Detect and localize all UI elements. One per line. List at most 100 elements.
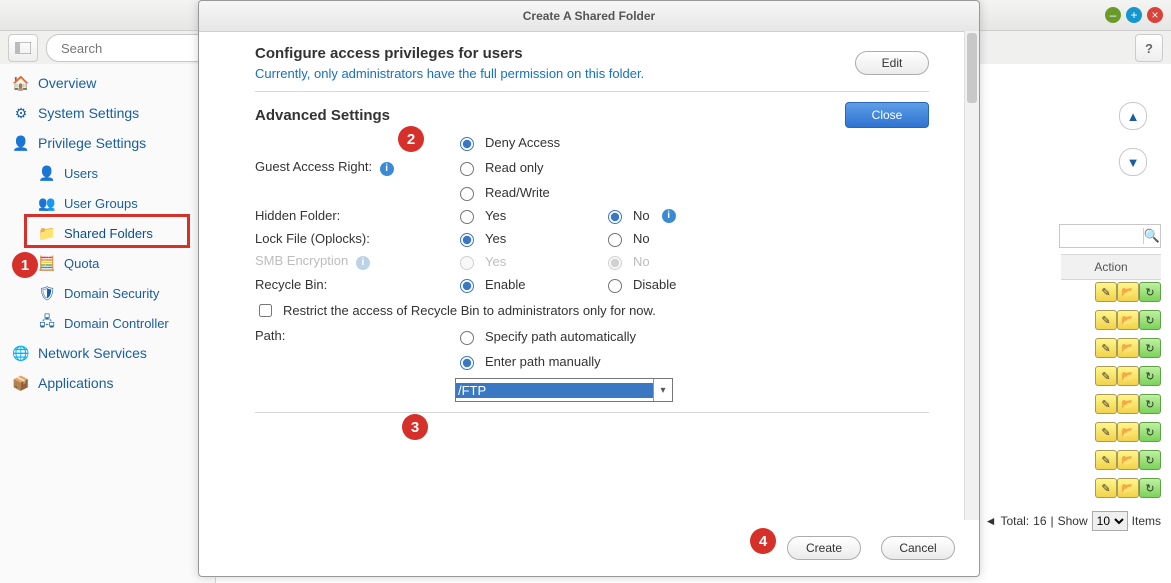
open-icon[interactable]: 📂 xyxy=(1117,450,1139,470)
path-combo[interactable]: /FTP ▾ xyxy=(455,378,673,402)
chevron-down-icon[interactable]: ▾ xyxy=(653,379,672,401)
sidebar-label: Network Services xyxy=(38,345,147,361)
recycle-disable[interactable]: Disable xyxy=(603,276,723,293)
scroll-up-button[interactable]: ▲ xyxy=(1119,102,1147,130)
dialog-title: Create A Shared Folder xyxy=(199,1,979,32)
sidebar-item-network-services[interactable]: 🌐 Network Services xyxy=(0,338,215,368)
search-icon[interactable]: 🔍 xyxy=(1143,228,1160,244)
guest-readwrite-option[interactable]: Read/Write xyxy=(455,184,575,201)
sidebar-item-overview[interactable]: 🏠Overview xyxy=(0,68,215,98)
action-cell: ✎📂↻ xyxy=(1095,422,1161,446)
open-icon[interactable]: 📂 xyxy=(1117,422,1139,442)
sidebar-item-domain-controller[interactable]: 🖧Domain Controller xyxy=(0,308,215,338)
open-icon[interactable]: 📂 xyxy=(1117,394,1139,414)
scrollbar-thumb[interactable] xyxy=(967,33,977,103)
refresh-icon[interactable]: ↻ xyxy=(1139,394,1161,414)
sidebar-item-system-settings[interactable]: ⚙System Settings xyxy=(0,98,215,128)
create-shared-folder-dialog: Create A Shared Folder Configure access … xyxy=(198,0,980,577)
users-icon: 👥 xyxy=(38,194,56,212)
window-min-icon[interactable]: – xyxy=(1105,7,1121,23)
lock-no[interactable]: No xyxy=(603,230,723,247)
advanced-heading: Advanced Settings xyxy=(255,107,390,124)
window-close-icon[interactable]: × xyxy=(1147,7,1163,23)
table-search-input[interactable] xyxy=(1060,229,1143,243)
open-icon[interactable]: 📂 xyxy=(1117,366,1139,386)
globe-icon: 🌐 xyxy=(12,344,30,362)
opt-label: Enable xyxy=(485,277,525,292)
sidebar-label: Overview xyxy=(38,75,96,91)
open-icon[interactable]: 📂 xyxy=(1117,478,1139,498)
folder-icon: 📁 xyxy=(38,224,56,242)
access-heading: Configure access privileges for users xyxy=(255,45,644,62)
path-input[interactable]: /FTP xyxy=(456,383,653,398)
sidebar-item-domain-security[interactable]: 🛡Domain Security xyxy=(0,278,215,308)
sidebar-item-user-groups[interactable]: 👥User Groups xyxy=(0,188,215,218)
hidden-no[interactable]: No i xyxy=(603,207,723,224)
refresh-icon[interactable]: ↻ xyxy=(1139,338,1161,358)
refresh-icon[interactable]: ↻ xyxy=(1139,282,1161,302)
quota-icon: 🧮 xyxy=(38,254,56,272)
action-cell: ✎📂↻ xyxy=(1095,450,1161,474)
show-label: Show xyxy=(1058,514,1088,528)
edit-icon[interactable]: ✎ xyxy=(1095,478,1117,498)
refresh-icon[interactable]: ↻ xyxy=(1139,450,1161,470)
edit-icon[interactable]: ✎ xyxy=(1095,422,1117,442)
edit-icon[interactable]: ✎ xyxy=(1095,282,1117,302)
help-button[interactable]: ? xyxy=(1135,34,1163,62)
refresh-icon[interactable]: ↻ xyxy=(1139,478,1161,498)
sidebar-item-applications[interactable]: 📦Applications xyxy=(0,368,215,398)
edit-icon[interactable]: ✎ xyxy=(1095,394,1117,414)
opt-label: Disable xyxy=(633,277,676,292)
sidebar-item-users[interactable]: 👤Users xyxy=(0,158,215,188)
page-size-select[interactable]: 10 xyxy=(1092,511,1128,531)
opt-label: No xyxy=(633,208,650,223)
path-manual-option[interactable]: Enter path manually xyxy=(455,353,673,370)
hidden-yes[interactable]: Yes xyxy=(455,207,575,224)
cancel-button[interactable]: Cancel xyxy=(881,536,955,560)
scroll-down-button[interactable]: ▼ xyxy=(1119,148,1147,176)
sidebar-item-quota[interactable]: 🧮Quota xyxy=(0,248,215,278)
open-icon[interactable]: 📂 xyxy=(1117,338,1139,358)
open-icon[interactable]: 📂 xyxy=(1117,282,1139,302)
table-search[interactable]: 🔍 xyxy=(1059,224,1161,248)
sidebar-item-shared-folders[interactable]: 📁Shared Folders xyxy=(0,218,215,248)
panel-toggle-button[interactable] xyxy=(8,34,38,62)
lock-yes[interactable]: Yes xyxy=(455,230,575,247)
edit-icon[interactable]: ✎ xyxy=(1095,310,1117,330)
user-icon: 👤 xyxy=(38,164,56,182)
edit-icon[interactable]: ✎ xyxy=(1095,366,1117,386)
edit-icon[interactable]: ✎ xyxy=(1095,450,1117,470)
network-icon: 🖧 xyxy=(38,314,56,332)
opt-label: Yes xyxy=(485,208,506,223)
refresh-icon[interactable]: ↻ xyxy=(1139,310,1161,330)
guest-readonly-option[interactable]: Read only xyxy=(455,159,575,176)
recycle-enable[interactable]: Enable xyxy=(455,276,575,293)
dialog-scrollbar[interactable] xyxy=(964,31,979,520)
opt-label: No xyxy=(633,254,650,269)
panel-icon xyxy=(15,42,31,54)
create-button[interactable]: Create xyxy=(787,536,861,560)
window-add-icon[interactable]: + xyxy=(1126,7,1142,23)
action-cell: ✎📂↻ xyxy=(1095,394,1161,418)
sidebar-item-privilege-settings[interactable]: 👤 Privilege Settings xyxy=(0,128,215,158)
lock-label: Lock File (Oplocks): xyxy=(255,231,455,246)
edit-button[interactable]: Edit xyxy=(855,51,929,75)
page-prev[interactable]: ◄ xyxy=(985,514,997,528)
restrict-label: Restrict the access of Recycle Bin to ad… xyxy=(283,303,656,318)
edit-icon[interactable]: ✎ xyxy=(1095,338,1117,358)
open-icon[interactable]: 📂 xyxy=(1117,310,1139,330)
refresh-icon[interactable]: ↻ xyxy=(1139,422,1161,442)
restrict-checkbox[interactable] xyxy=(259,304,272,317)
user-icon: 👤 xyxy=(12,134,30,152)
guest-deny-option[interactable]: Deny Access xyxy=(455,134,575,151)
refresh-icon[interactable]: ↻ xyxy=(1139,366,1161,386)
close-button[interactable]: Close xyxy=(845,102,929,128)
smb-label: SMB Encryption i xyxy=(255,253,455,270)
hidden-label: Hidden Folder: xyxy=(255,208,455,223)
info-icon[interactable]: i xyxy=(380,162,394,176)
sidebar-label: Privilege Settings xyxy=(38,135,146,151)
path-auto-option[interactable]: Specify path automatically xyxy=(455,328,673,345)
info-icon[interactable]: i xyxy=(662,209,676,223)
shield-icon: 🛡 xyxy=(38,284,56,302)
items-label: Items xyxy=(1132,514,1161,528)
